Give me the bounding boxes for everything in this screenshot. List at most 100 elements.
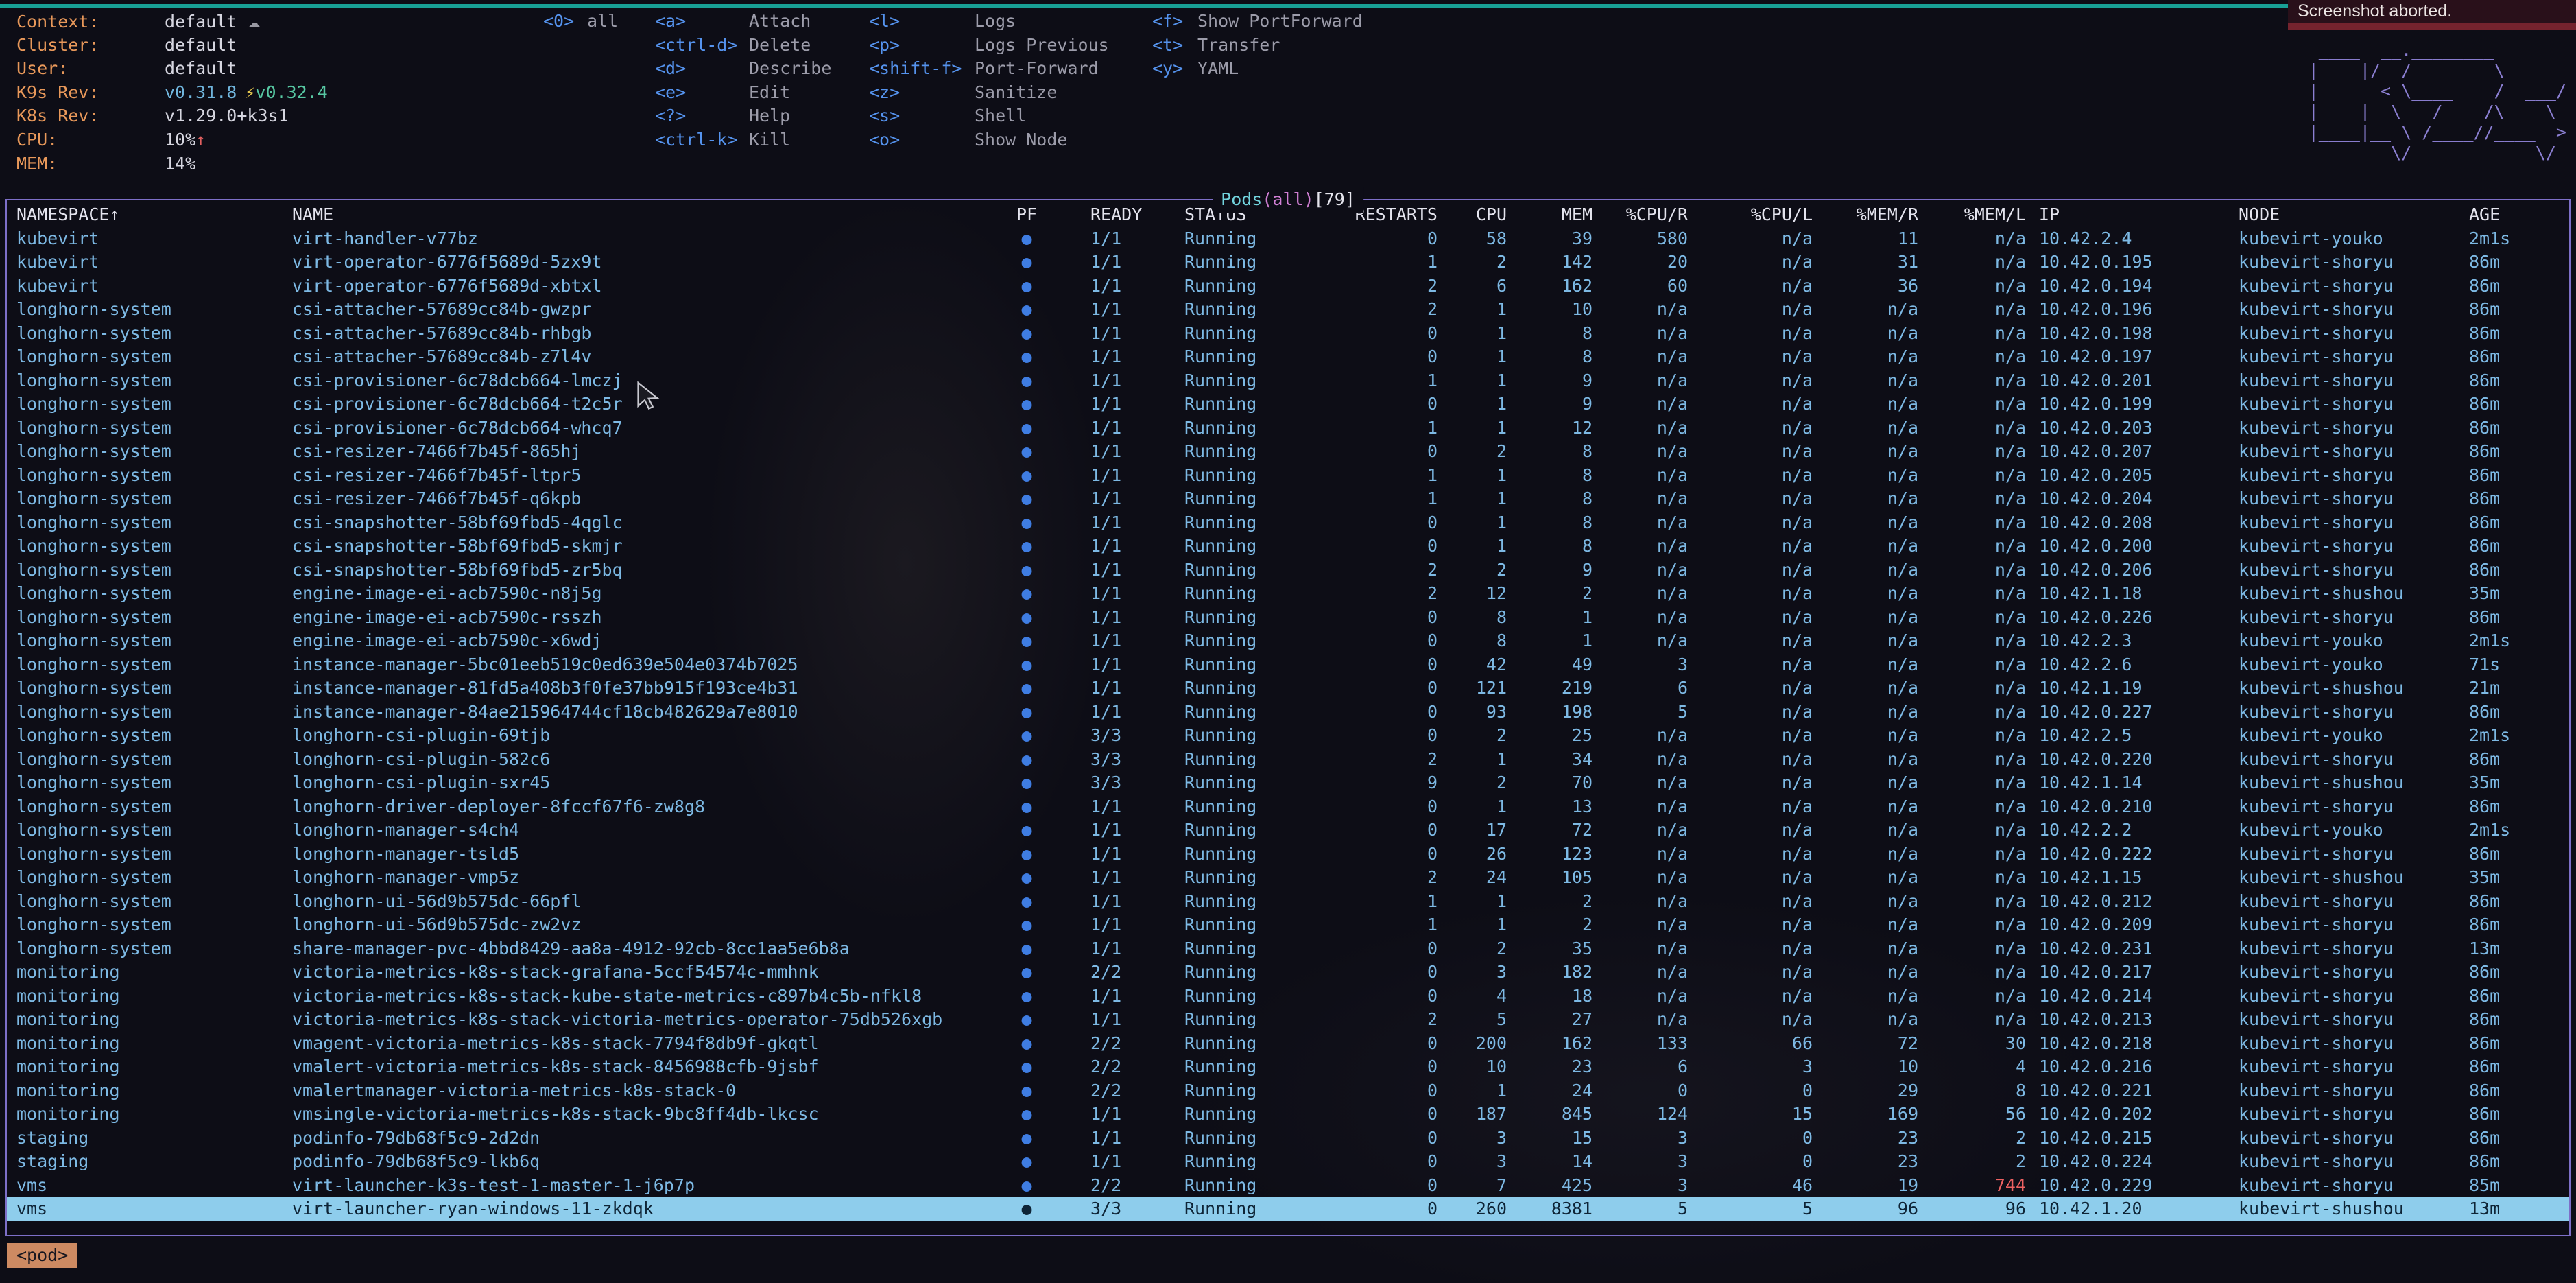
- pod-row[interactable]: vmsvirt-launcher-k3s-test-1-master-1-j6p…: [7, 1174, 2569, 1198]
- cell-status: Running: [1154, 1079, 1325, 1103]
- pod-row[interactable]: longhorn-systemengine-image-ei-acb7590c-…: [7, 629, 2569, 653]
- cluster-info-value: default: [165, 35, 237, 55]
- pod-row[interactable]: longhorn-systemcsi-provisioner-6c78dcb66…: [7, 416, 2569, 440]
- menu-label: Delete: [749, 35, 811, 55]
- cell-status: Running: [1154, 937, 1325, 961]
- cell-ready: 1/1: [1058, 795, 1154, 819]
- menu-item-describe[interactable]: <d>Describe: [655, 57, 831, 81]
- cell-mem-r: n/a: [1820, 937, 1925, 961]
- cell-ip: 10.42.2.4: [2033, 227, 2232, 251]
- pod-row[interactable]: longhorn-systemlonghorn-ui-56d9b575dc-66…: [7, 890, 2569, 914]
- breadcrumb-pod[interactable]: <pod>: [7, 1243, 77, 1268]
- pod-row[interactable]: longhorn-systeminstance-manager-5bc01eeb…: [7, 653, 2569, 677]
- pod-row[interactable]: stagingpodinfo-79db68f5c9-2d2dn●1/1Runni…: [7, 1127, 2569, 1151]
- menu-item-shell[interactable]: <s>Shell: [869, 104, 1109, 128]
- pod-row[interactable]: longhorn-systeminstance-manager-84ae2159…: [7, 701, 2569, 725]
- cell-name: victoria-metrics-k8s-stack-victoria-metr…: [283, 1008, 996, 1032]
- pod-row[interactable]: monitoringvmalertmanager-victoria-metric…: [7, 1079, 2569, 1103]
- cell-restarts: 0: [1325, 1055, 1444, 1079]
- cell-restarts: 0: [1325, 440, 1444, 464]
- pod-row[interactable]: monitoringvictoria-metrics-k8s-stack-vic…: [7, 1008, 2569, 1032]
- cell-status: Running: [1154, 913, 1325, 937]
- cell-mem-l: 744: [1925, 1174, 2033, 1198]
- cell-restarts: 0: [1325, 1032, 1444, 1056]
- menu-item-show-portforward[interactable]: <f>Show PortForward: [1152, 10, 1363, 34]
- cell-mem: 8381: [1514, 1197, 1599, 1221]
- cell-mem: 182: [1514, 961, 1599, 985]
- pod-row[interactable]: longhorn-systemcsi-provisioner-6c78dcb66…: [7, 392, 2569, 416]
- pod-row[interactable]: longhorn-systemcsi-attacher-57689cc84b-r…: [7, 322, 2569, 346]
- pod-row[interactable]: monitoringvmsingle-victoria-metrics-k8s-…: [7, 1103, 2569, 1127]
- cell-mem-r: 29: [1820, 1079, 1925, 1103]
- menu-item-help[interactable]: <?>Help: [655, 104, 831, 128]
- cell-restarts: 2: [1325, 866, 1444, 890]
- pod-row[interactable]: longhorn-systemcsi-snapshotter-58bf69fbd…: [7, 534, 2569, 558]
- pod-row[interactable]: longhorn-systemlonghorn-manager-tsld5●1/…: [7, 843, 2569, 867]
- cell-status: Running: [1154, 1008, 1325, 1032]
- pod-row[interactable]: longhorn-systemshare-manager-pvc-4bbd842…: [7, 937, 2569, 961]
- pod-row[interactable]: kubevirtvirt-operator-6776f5689d-5zx9t●1…: [7, 250, 2569, 274]
- pod-row[interactable]: longhorn-systemcsi-snapshotter-58bf69fbd…: [7, 511, 2569, 535]
- pod-row[interactable]: kubevirtvirt-operator-6776f5689d-xbtxl●1…: [7, 274, 2569, 298]
- cell-pf: ●: [996, 558, 1058, 582]
- cell-namespace: monitoring: [7, 985, 283, 1009]
- pod-row[interactable]: longhorn-systemcsi-resizer-7466f7b45f-q6…: [7, 487, 2569, 511]
- cell-ready: 1/1: [1058, 534, 1154, 558]
- cluster-info-value: default: [165, 58, 237, 78]
- cell-age: 86m: [2463, 985, 2569, 1009]
- pod-row[interactable]: longhorn-systemlonghorn-csi-plugin-sxr45…: [7, 771, 2569, 795]
- menu-item-all[interactable]: <0>all: [543, 10, 618, 34]
- pod-row[interactable]: longhorn-systemcsi-provisioner-6c78dcb66…: [7, 369, 2569, 393]
- pod-row[interactable]: longhorn-systeminstance-manager-81fd5a40…: [7, 676, 2569, 701]
- cell-cpu: 187: [1444, 1103, 1514, 1127]
- pod-row[interactable]: monitoringvmalert-victoria-metrics-k8s-s…: [7, 1055, 2569, 1079]
- menu-item-attach[interactable]: <a>Attach: [655, 10, 831, 34]
- cell-status: Running: [1154, 843, 1325, 867]
- cell-mem: 9: [1514, 558, 1599, 582]
- menu-item-delete[interactable]: <ctrl-d>Delete: [655, 34, 831, 58]
- pod-row[interactable]: stagingpodinfo-79db68f5c9-lkb6q●1/1Runni…: [7, 1150, 2569, 1174]
- pod-row[interactable]: longhorn-systemcsi-resizer-7466f7b45f-86…: [7, 440, 2569, 464]
- cell-ready: 1/1: [1058, 274, 1154, 298]
- cell-name: engine-image-ei-acb7590c-n8j5g: [283, 582, 996, 606]
- pod-row[interactable]: longhorn-systemlonghorn-manager-vmp5z●1/…: [7, 866, 2569, 890]
- menu-item-show-node[interactable]: <o>Show Node: [869, 128, 1109, 152]
- menu-item-port-forward[interactable]: <shift-f>Port-Forward: [869, 57, 1109, 81]
- cell-mem-r: n/a: [1820, 392, 1925, 416]
- cell-ready: 3/3: [1058, 1197, 1154, 1221]
- menu-item-edit[interactable]: <e>Edit: [655, 81, 831, 105]
- pod-row[interactable]: monitoringvictoria-metrics-k8s-stack-kub…: [7, 985, 2569, 1009]
- cell-ip: 10.42.0.229: [2033, 1174, 2232, 1198]
- cell-cpu-r: 5: [1599, 701, 1695, 725]
- pod-row[interactable]: longhorn-systemlonghorn-manager-s4ch4●1/…: [7, 819, 2569, 843]
- cell-cpu: 12: [1444, 582, 1514, 606]
- pod-row[interactable]: longhorn-systemlonghorn-ui-56d9b575dc-zw…: [7, 913, 2569, 937]
- pod-row[interactable]: longhorn-systemlonghorn-driver-deployer-…: [7, 795, 2569, 819]
- pod-row[interactable]: monitoringvictoria-metrics-k8s-stack-gra…: [7, 961, 2569, 985]
- menu-item-yaml[interactable]: <y>YAML: [1152, 57, 1363, 81]
- cell-cpu-r: 124: [1599, 1103, 1695, 1127]
- pane-title-resource: Pods: [1221, 189, 1262, 209]
- menu-item-sanitize[interactable]: <z>Sanitize: [869, 81, 1109, 105]
- pod-row[interactable]: longhorn-systemlonghorn-csi-plugin-69tjb…: [7, 724, 2569, 748]
- pod-row[interactable]: longhorn-systemengine-image-ei-acb7590c-…: [7, 606, 2569, 630]
- pod-row[interactable]: longhorn-systemcsi-resizer-7466f7b45f-lt…: [7, 464, 2569, 488]
- pod-row[interactable]: longhorn-systemlonghorn-csi-plugin-582c6…: [7, 748, 2569, 772]
- pod-row[interactable]: kubevirtvirt-handler-v77bz●1/1Running058…: [7, 227, 2569, 251]
- pod-row[interactable]: monitoringvmagent-victoria-metrics-k8s-s…: [7, 1032, 2569, 1056]
- pod-row[interactable]: longhorn-systemengine-image-ei-acb7590c-…: [7, 582, 2569, 606]
- pod-row[interactable]: longhorn-systemcsi-snapshotter-58bf69fbd…: [7, 558, 2569, 582]
- cell-mem-l: n/a: [1925, 487, 2033, 511]
- pod-row[interactable]: vmsvirt-launcher-ryan-windows-11-zkdqk●3…: [7, 1197, 2569, 1221]
- menu-item-transfer[interactable]: <t>Transfer: [1152, 34, 1363, 58]
- menu-item-kill[interactable]: <ctrl-k>Kill: [655, 128, 831, 152]
- cell-restarts: 0: [1325, 534, 1444, 558]
- cell-status: Running: [1154, 369, 1325, 393]
- menu-item-logs-previous[interactable]: <p>Logs Previous: [869, 34, 1109, 58]
- cell-namespace: longhorn-system: [7, 771, 283, 795]
- menu-item-logs[interactable]: <l>Logs: [869, 10, 1109, 34]
- cell-mem: 162: [1514, 274, 1599, 298]
- cell-pf: ●: [996, 724, 1058, 748]
- pod-row[interactable]: longhorn-systemcsi-attacher-57689cc84b-g…: [7, 298, 2569, 322]
- pod-row[interactable]: longhorn-systemcsi-attacher-57689cc84b-z…: [7, 345, 2569, 369]
